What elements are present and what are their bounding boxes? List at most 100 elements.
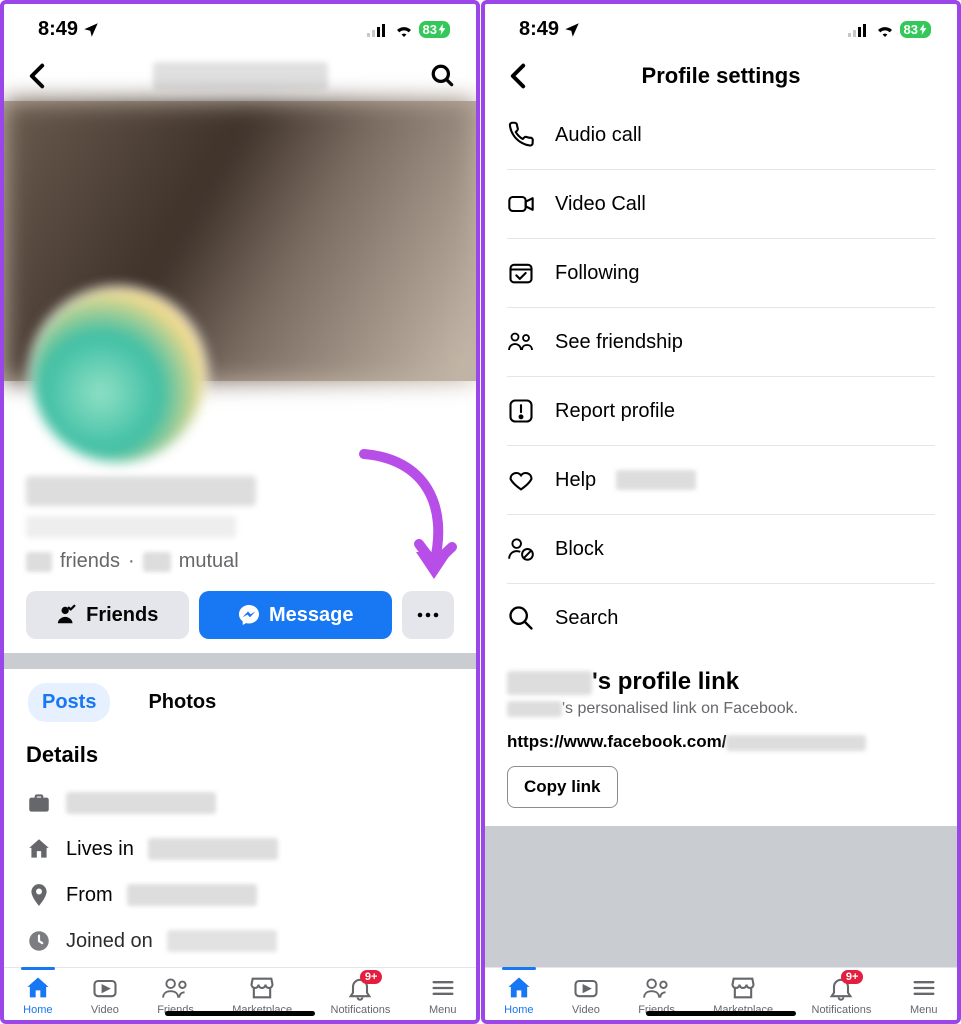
location-pin-icon	[26, 882, 52, 908]
messenger-icon	[237, 603, 261, 627]
video-play-icon	[91, 974, 119, 1002]
tab-notifications[interactable]: 9+ Notifications	[331, 974, 391, 1016]
detail-work	[26, 780, 454, 826]
tab-menu[interactable]: Menu	[910, 974, 938, 1016]
status-time: 8:49	[38, 18, 78, 41]
detail-from: From	[26, 872, 454, 918]
inbox-check-icon	[507, 259, 535, 287]
section-divider	[4, 653, 476, 669]
profile-name-redacted	[153, 62, 328, 90]
battery-indicator: 83	[419, 21, 450, 38]
row-report-profile[interactable]: Report profile	[507, 377, 935, 446]
chevron-left-icon	[509, 63, 527, 89]
friend-check-icon	[56, 604, 78, 626]
alert-square-icon	[507, 397, 535, 425]
storefront-icon	[248, 974, 276, 1002]
home-icon	[26, 836, 52, 862]
search-button[interactable]	[428, 61, 458, 91]
row-see-friendship[interactable]: See friendship	[507, 308, 935, 377]
video-play-icon	[572, 974, 600, 1002]
screenshot-profile: 8:49 83 friends ·	[0, 0, 480, 1024]
briefcase-icon	[26, 790, 52, 816]
row-search[interactable]: Search	[507, 584, 935, 652]
profile-tabs: Posts Photos	[26, 669, 454, 732]
profile-subtitle-redacted	[26, 516, 236, 538]
tab-notifications[interactable]: 9+ Notifications	[812, 974, 872, 1016]
tab-photos[interactable]: Photos	[134, 683, 230, 722]
profile-link-subtitle: 's personalised link on Facebook.	[507, 700, 935, 718]
home-fill-icon	[24, 974, 52, 1002]
row-video-call[interactable]: Video Call	[507, 170, 935, 239]
hamburger-icon	[429, 974, 457, 1002]
message-button[interactable]: Message	[199, 591, 392, 639]
friends-button[interactable]: Friends	[26, 591, 189, 639]
home-fill-icon	[505, 974, 533, 1002]
location-arrow-icon	[563, 21, 581, 39]
notification-badge: 9+	[841, 970, 864, 984]
friends-count-line: friends · mutual	[26, 550, 454, 573]
tab-marketplace[interactable]: Marketplace	[232, 974, 292, 1016]
storefront-icon	[729, 974, 757, 1002]
cell-signal-icon	[848, 23, 870, 37]
row-audio-call[interactable]: Audio call	[507, 101, 935, 170]
cover-photo[interactable]	[4, 101, 476, 381]
tab-home[interactable]: Home	[23, 974, 52, 1016]
profile-link-section: 's profile link 's personalised link on …	[485, 652, 957, 808]
screenshot-profile-settings: 8:49 83 Profile settings Audio call Vide…	[481, 0, 961, 1024]
location-arrow-icon	[82, 21, 100, 39]
page-title: Profile settings	[642, 63, 801, 89]
tab-marketplace[interactable]: Marketplace	[713, 974, 773, 1016]
tab-home[interactable]: Home	[504, 974, 533, 1016]
video-camera-icon	[507, 190, 535, 218]
magnify-icon	[507, 604, 535, 632]
cell-signal-icon	[367, 23, 389, 37]
tab-posts[interactable]: Posts	[28, 683, 110, 722]
heart-outline-icon	[507, 466, 535, 494]
tab-friends[interactable]: Friends	[638, 974, 675, 1016]
wifi-icon	[875, 23, 895, 37]
details-heading: Details	[26, 742, 454, 768]
dots-horizontal-icon	[416, 612, 440, 618]
chevron-left-icon	[28, 63, 46, 89]
bolt-icon	[438, 24, 446, 35]
people-icon	[161, 974, 191, 1002]
tab-friends[interactable]: Friends	[157, 974, 194, 1016]
profile-body: friends · mutual Friends Message Posts P…	[4, 381, 476, 964]
tab-video[interactable]: Video	[572, 974, 600, 1016]
profile-link-title: 's profile link	[507, 668, 935, 696]
row-help[interactable]: Help	[507, 446, 935, 515]
tab-menu[interactable]: Menu	[429, 974, 457, 1016]
person-block-icon	[507, 535, 535, 563]
profile-action-row: Friends Message	[26, 591, 454, 639]
status-bar: 8:49 83	[485, 4, 957, 47]
row-block[interactable]: Block	[507, 515, 935, 584]
status-bar: 8:49 83	[4, 4, 476, 47]
back-button[interactable]	[22, 61, 52, 91]
home-indicator	[646, 1011, 796, 1016]
search-icon	[430, 63, 456, 89]
detail-lives-in: Lives in	[26, 826, 454, 872]
profile-topnav	[4, 47, 476, 101]
profile-name-redacted-large	[26, 476, 256, 506]
more-options-button[interactable]	[402, 591, 454, 639]
bolt-icon	[919, 24, 927, 35]
settings-topnav: Profile settings	[485, 47, 957, 101]
clock-icon	[26, 928, 52, 954]
people-pair-icon	[507, 328, 535, 356]
row-following[interactable]: Following	[507, 239, 935, 308]
detail-joined: Joined on	[26, 918, 454, 964]
phone-icon	[507, 121, 535, 149]
people-icon	[642, 974, 672, 1002]
battery-indicator: 83	[900, 21, 931, 38]
notification-badge: 9+	[360, 970, 383, 984]
tab-video[interactable]: Video	[91, 974, 119, 1016]
copy-link-button[interactable]: Copy link	[507, 766, 618, 808]
status-time: 8:49	[519, 18, 559, 41]
hamburger-icon	[910, 974, 938, 1002]
home-indicator	[165, 1011, 315, 1016]
settings-list: Audio call Video Call Following See frie…	[485, 101, 957, 652]
wifi-icon	[394, 23, 414, 37]
profile-link-url: https://www.facebook.com/	[507, 732, 935, 752]
back-button[interactable]	[503, 61, 533, 91]
profile-avatar[interactable]	[28, 286, 208, 466]
